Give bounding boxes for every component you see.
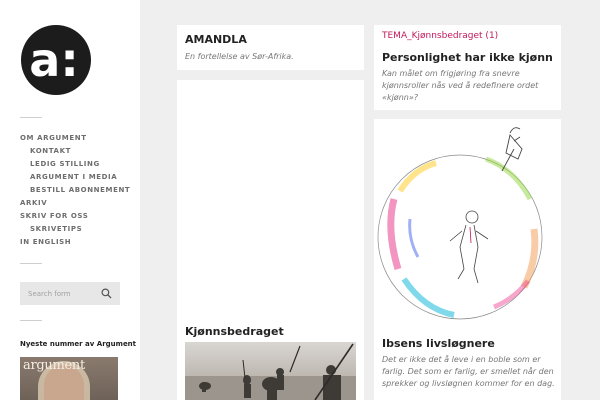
search-form bbox=[20, 282, 120, 305]
bubble-illustration[interactable] bbox=[374, 119, 561, 329]
search-icon[interactable] bbox=[101, 288, 112, 299]
article-card-ibsen[interactable]: Ibsens livsløgnere Det er ikke det å lev… bbox=[374, 119, 561, 400]
nav-item-skriv-for-oss[interactable]: SKRIV FOR OSS bbox=[20, 211, 130, 224]
category-tag-link[interactable]: TEMA_Kjønnsbedraget (1) bbox=[382, 31, 498, 41]
sidebar-divider bbox=[20, 320, 42, 321]
nav-item-om-argument[interactable]: OM ARGUMENT bbox=[20, 133, 130, 146]
nav-item-bestill-abonnement[interactable]: BESTILL ABONNEMENT bbox=[20, 185, 130, 198]
nav-item-skrivetips[interactable]: SKRIVETIPS bbox=[20, 224, 130, 237]
nav-item-argument-i-media[interactable]: ARGUMENT I MEDIA bbox=[20, 172, 130, 185]
nav-item-in-english[interactable]: IN ENGLISH bbox=[20, 237, 130, 250]
sidebar-divider bbox=[20, 117, 42, 118]
article-title[interactable]: AMANDLA bbox=[185, 33, 247, 46]
nav-item-ledig-stilling[interactable]: LEDIG STILLING bbox=[20, 159, 130, 172]
main-navigation: OM ARGUMENT KONTAKT LEDIG STILLING ARGUM… bbox=[20, 133, 130, 250]
article-card-personlighet[interactable]: TEMA_Kjønnsbedraget (1) Personlighet har… bbox=[374, 25, 561, 110]
svg-text:a:: a: bbox=[29, 33, 78, 87]
sidebar: a: OM ARGUMENT KONTAKT LEDIG STILLING AR… bbox=[0, 0, 140, 400]
article-excerpt: Det er ikke det å leve i en boble som er… bbox=[382, 355, 555, 388]
search-input[interactable] bbox=[20, 282, 98, 305]
article-title[interactable]: Ibsens livsløgnere bbox=[382, 337, 495, 350]
sidebar-divider bbox=[20, 263, 42, 264]
latest-issue-label: Nyeste nummer av Argument bbox=[20, 340, 137, 348]
article-excerpt: En fortellelse av Sør-Afrika. bbox=[185, 52, 294, 61]
cover-title: argument bbox=[23, 358, 85, 373]
article-title[interactable]: Personlighet har ikke kjønn bbox=[382, 51, 553, 64]
article-card-kjonnsbedraget[interactable]: Kjønnsbedraget bbox=[177, 80, 364, 400]
article-photo[interactable] bbox=[185, 342, 356, 400]
nav-item-kontakt[interactable]: KONTAKT bbox=[20, 146, 130, 159]
article-card-amandla[interactable]: AMANDLA En fortellelse av Sør-Afrika. bbox=[177, 25, 364, 70]
nav-item-arkiv[interactable]: ARKIV bbox=[20, 198, 130, 211]
article-excerpt: Kan målet om frigjøring fra snevre kjønn… bbox=[382, 69, 539, 102]
article-title[interactable]: Kjønnsbedraget bbox=[185, 325, 284, 338]
latest-issue-cover[interactable]: argument bbox=[20, 357, 118, 400]
argument-logo-icon[interactable]: a: bbox=[21, 25, 91, 95]
